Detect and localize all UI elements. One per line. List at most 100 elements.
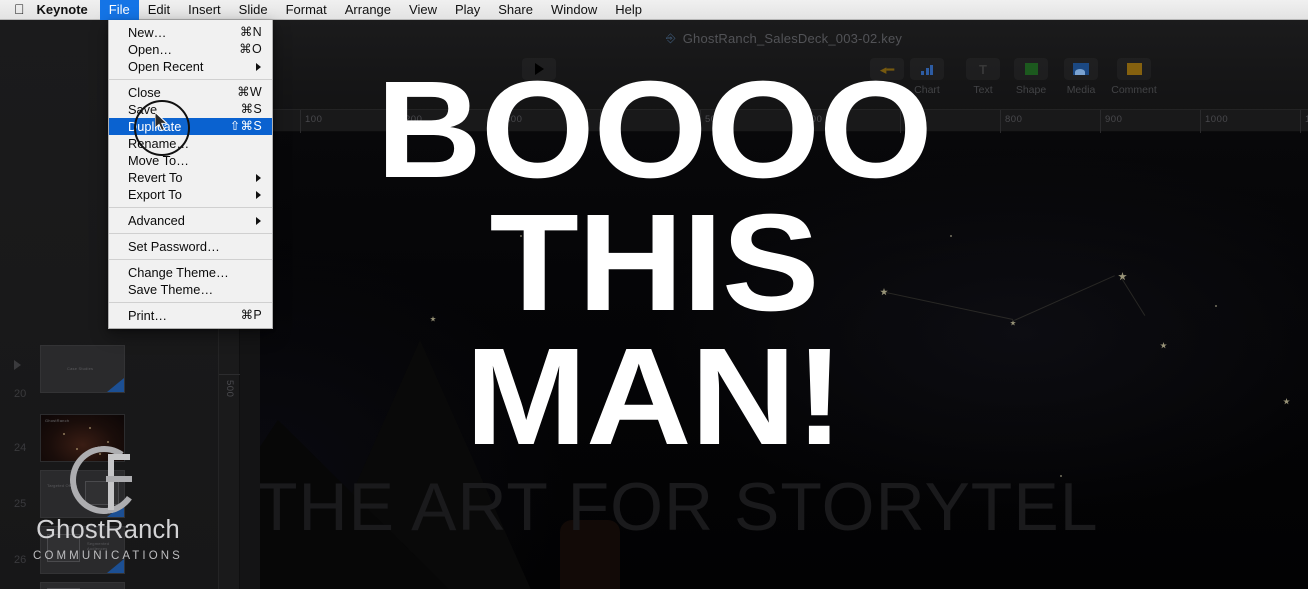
toolbar: Play ◂━ Chart T Text Shape Media Comment bbox=[260, 56, 1308, 109]
menu-item-close[interactable]: Close ⌘W bbox=[109, 84, 272, 101]
document-lock-icon: ⎆ bbox=[665, 30, 676, 45]
menubar-item-view[interactable]: View bbox=[400, 0, 446, 20]
submenu-arrow-icon bbox=[256, 173, 261, 182]
screen: THE ART FOR STORYTEL ⎆ GhostRanch_SalesD… bbox=[0, 0, 1308, 589]
apple-logo-icon[interactable]:  bbox=[0, 2, 37, 16]
horizontal-ruler[interactable]: 100 200 300 400 500 600 700 800 900 1000… bbox=[260, 109, 1308, 133]
menubar-item-window[interactable]: Window bbox=[542, 0, 606, 20]
menubar-item-slide[interactable]: Slide bbox=[230, 0, 277, 20]
mac-menu-bar:  Keynote File Edit Insert Slide Format … bbox=[0, 0, 1308, 20]
menu-item-label: Close bbox=[128, 85, 161, 100]
menu-item-label: Move To… bbox=[128, 153, 189, 168]
comment-icon bbox=[1117, 58, 1151, 80]
menu-item-shortcut: ⌘S bbox=[240, 102, 262, 116]
ruler-tick-label: 300 bbox=[505, 114, 523, 125]
menu-item-label: Advanced bbox=[128, 213, 185, 228]
text-icon: T bbox=[966, 58, 1000, 80]
slide-thumbnail[interactable]: Segmented Audiences bbox=[40, 526, 125, 574]
ruler-tick-label: 1000 bbox=[1205, 114, 1229, 125]
slide-headline: THE ART FOR STORYTEL bbox=[256, 469, 1099, 545]
menu-item-open[interactable]: Open… ⌘O bbox=[109, 41, 272, 58]
menubar-item-keynote[interactable]: Keynote bbox=[37, 0, 100, 20]
menubar-item-play[interactable]: Play bbox=[446, 0, 489, 20]
menu-item-rename[interactable]: Rename… bbox=[109, 135, 272, 152]
menu-item-move-to[interactable]: Move To… bbox=[109, 152, 272, 169]
menubar-item-share[interactable]: Share bbox=[489, 0, 542, 20]
menu-item-label: Export To bbox=[128, 187, 182, 202]
toolbar-play-button[interactable]: Play bbox=[508, 58, 570, 96]
menubar-item-arrange[interactable]: Arrange bbox=[336, 0, 400, 20]
shape-icon bbox=[1014, 58, 1048, 80]
menu-separator bbox=[109, 207, 272, 208]
menu-item-label: New… bbox=[128, 25, 167, 40]
toolbar-comment-button[interactable]: Comment bbox=[1098, 58, 1170, 96]
ruler-tick-label: 200 bbox=[405, 114, 423, 125]
ruler-tick-label: 100 bbox=[305, 114, 323, 125]
menu-separator bbox=[109, 302, 272, 303]
slide-thumbnail-title: Case Studies bbox=[67, 366, 94, 371]
slide-corner-accent bbox=[107, 503, 124, 517]
slide-number: 24 bbox=[14, 442, 27, 454]
menu-item-label: Print… bbox=[128, 308, 168, 323]
menu-item-shortcut: ⌘P bbox=[240, 308, 262, 322]
menu-item-new[interactable]: New… ⌘N bbox=[109, 24, 272, 41]
slide-thumbnail[interactable]: GhostRanch bbox=[40, 414, 125, 462]
menu-item-label: Duplicate bbox=[128, 119, 182, 134]
file-dropdown-menu: New… ⌘N Open… ⌘O Open Recent Close ⌘W Sa… bbox=[108, 20, 273, 329]
slide-number: 26 bbox=[14, 554, 27, 566]
slide-thumbnail-title: Targeted Offers bbox=[47, 483, 78, 488]
document-title: GhostRanch_SalesDeck_003-02.key bbox=[682, 30, 903, 46]
menu-item-shortcut: ⇧⌘S bbox=[229, 119, 262, 133]
ruler-tick-label: 500 bbox=[705, 114, 723, 125]
menu-item-label: Open Recent bbox=[128, 59, 204, 74]
menu-item-save[interactable]: Save ⌘S bbox=[109, 101, 272, 118]
ruler-tick-label: 800 bbox=[1005, 114, 1023, 125]
menubar-item-insert[interactable]: Insert bbox=[179, 0, 230, 20]
ruler-tick-label: 700 bbox=[905, 114, 923, 125]
menu-item-open-recent[interactable]: Open Recent bbox=[109, 58, 272, 75]
menu-item-duplicate[interactable]: Duplicate ⇧⌘S bbox=[109, 118, 272, 135]
menu-item-label: Set Password… bbox=[128, 239, 220, 254]
menu-item-label: Save Theme… bbox=[128, 282, 214, 297]
media-icon bbox=[1064, 58, 1098, 80]
menu-item-export-to[interactable]: Export To bbox=[109, 186, 272, 203]
menu-separator bbox=[109, 233, 272, 234]
menu-item-set-password[interactable]: Set Password… bbox=[109, 238, 272, 255]
menu-item-label: Change Theme… bbox=[128, 265, 229, 280]
menu-item-print[interactable]: Print… ⌘P bbox=[109, 307, 272, 324]
menu-separator bbox=[109, 79, 272, 80]
slide-play-indicator-icon bbox=[14, 360, 21, 370]
menu-item-shortcut: ⌘W bbox=[237, 85, 262, 99]
menubar-item-help[interactable]: Help bbox=[606, 0, 651, 20]
menu-separator bbox=[109, 259, 272, 260]
menu-item-label: Revert To bbox=[128, 170, 183, 185]
menu-item-save-theme[interactable]: Save Theme… bbox=[109, 281, 272, 298]
menu-item-revert-to[interactable]: Revert To bbox=[109, 169, 272, 186]
slide-number-column: 20 24 25 26 bbox=[0, 20, 40, 589]
keynote-window-chrome: ⎆ GhostRanch_SalesDeck_003-02.key Play ◂… bbox=[260, 20, 1308, 133]
submenu-arrow-icon bbox=[256, 216, 261, 225]
menu-item-shortcut: ⌘O bbox=[239, 42, 262, 56]
ruler-tick-label: 600 bbox=[805, 114, 823, 125]
ruler-tick-label: 900 bbox=[1105, 114, 1123, 125]
menu-item-label: Open… bbox=[128, 42, 173, 57]
toolbar-chart-button[interactable]: Chart bbox=[896, 58, 958, 96]
play-icon bbox=[522, 58, 556, 80]
menu-item-advanced[interactable]: Advanced bbox=[109, 212, 272, 229]
submenu-arrow-icon bbox=[256, 62, 261, 71]
menu-item-label: Save bbox=[128, 102, 158, 117]
slide-thumbnail-title: Segmented Audiences bbox=[87, 541, 110, 551]
slide-thumbnail[interactable]: Case Studies bbox=[40, 345, 125, 393]
window-titlebar: ⎆ GhostRanch_SalesDeck_003-02.key bbox=[260, 20, 1308, 56]
ruler-tick-label: 500 bbox=[224, 380, 235, 398]
slide-number: 20 bbox=[14, 388, 27, 400]
menu-item-shortcut: ⌘N bbox=[239, 25, 262, 39]
menu-item-change-theme[interactable]: Change Theme… bbox=[109, 264, 272, 281]
slide-corner-accent bbox=[107, 378, 124, 392]
menubar-item-file[interactable]: File bbox=[99, 0, 139, 20]
menubar-item-format[interactable]: Format bbox=[277, 0, 336, 20]
slide-thumbnail[interactable]: Last Second Solutions bbox=[40, 582, 125, 589]
menubar-item-edit[interactable]: Edit bbox=[139, 0, 179, 20]
slide-corner-accent bbox=[107, 559, 124, 573]
slide-thumbnail[interactable]: Targeted Offers bbox=[40, 470, 125, 518]
